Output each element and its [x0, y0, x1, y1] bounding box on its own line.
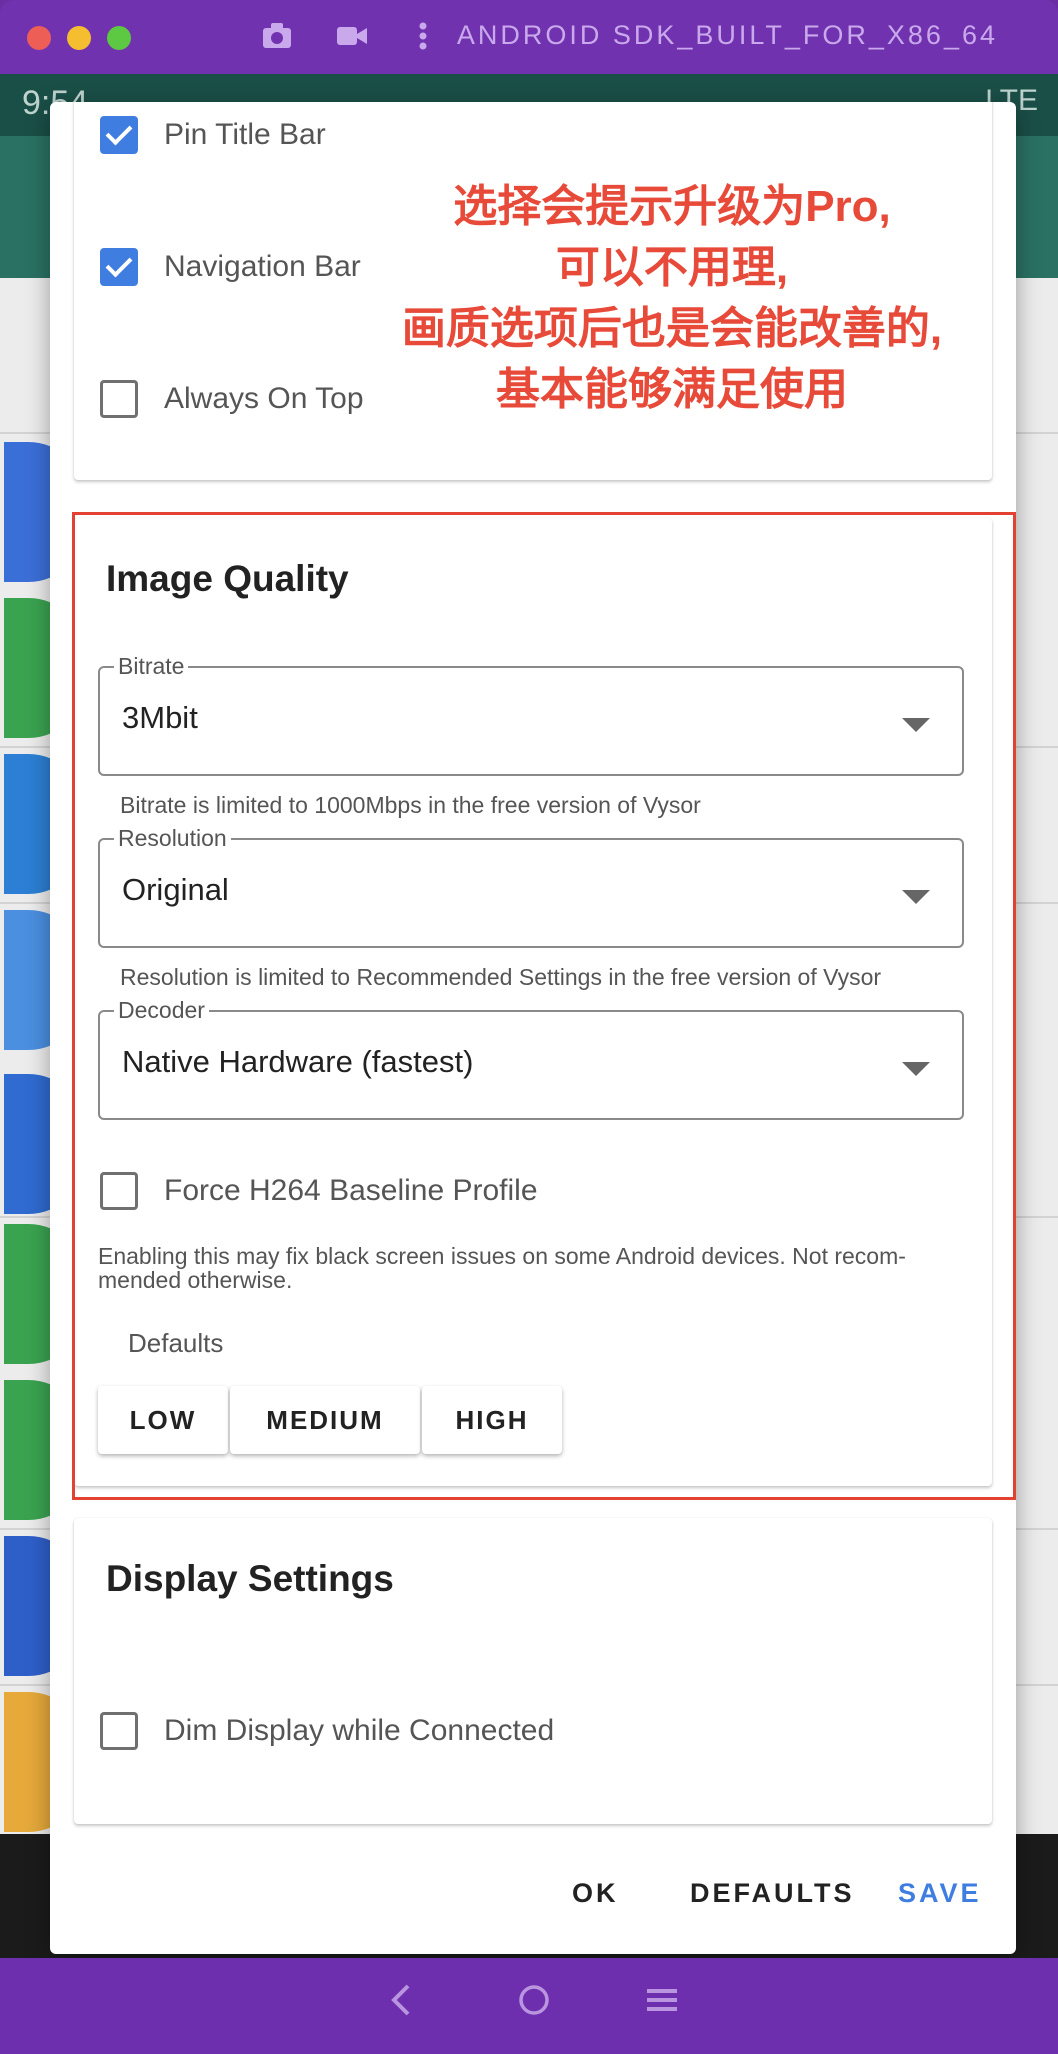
display-settings-title: Display Settings	[106, 1558, 394, 1599]
pin-title-bar-label: Pin Title Bar	[164, 118, 326, 151]
chinese-annotation-text: 选择会提示升级为Pro, 可以不用理, 画质选项后也是会能改善的, 基本能够满足…	[352, 176, 992, 420]
ok-button[interactable]: OK	[572, 1878, 619, 1909]
minimize-window-button[interactable]	[67, 26, 91, 50]
dim-display-checkbox[interactable]	[100, 1712, 138, 1750]
annotation-line: 选择会提示升级为Pro,	[453, 182, 891, 231]
back-icon[interactable]	[386, 1976, 416, 2036]
window-title: ANDROID SDK_BUILT_FOR_X86_64	[456, 20, 998, 50]
pin-title-bar-checkbox[interactable]	[100, 116, 138, 154]
defaults-button[interactable]: DEFAULTS	[690, 1878, 855, 1909]
dim-display-label: Dim Display while Connected	[164, 1714, 555, 1747]
annotation-line: 画质选项后也是会能改善的,	[401, 304, 943, 353]
menu-icon[interactable]	[644, 1976, 680, 2036]
annotation-line: 可以不用理,	[555, 243, 789, 292]
window-title-bar: ANDROID SDK_BUILT_FOR_X86_64	[0, 0, 1058, 74]
close-window-button[interactable]	[27, 26, 51, 50]
video-camera-icon[interactable]	[336, 22, 368, 56]
home-icon[interactable]	[514, 1976, 554, 2036]
always-on-top-label: Always On Top	[164, 382, 364, 415]
display-settings-card: Display Settings Dim Display while Conne…	[74, 1518, 992, 1824]
always-on-top-checkbox[interactable]	[100, 380, 138, 418]
android-navigation-bar	[0, 1958, 1058, 2054]
save-button[interactable]: SAVE	[898, 1878, 982, 1909]
highlight-box	[72, 512, 1016, 1500]
navigation-bar-label: Navigation Bar	[164, 250, 361, 283]
annotation-line: 基本能够满足使用	[496, 365, 848, 414]
camera-icon[interactable]	[262, 22, 292, 56]
zoom-window-button[interactable]	[107, 26, 131, 50]
navigation-bar-checkbox[interactable]	[100, 248, 138, 286]
more-vertical-icon[interactable]	[418, 22, 428, 56]
